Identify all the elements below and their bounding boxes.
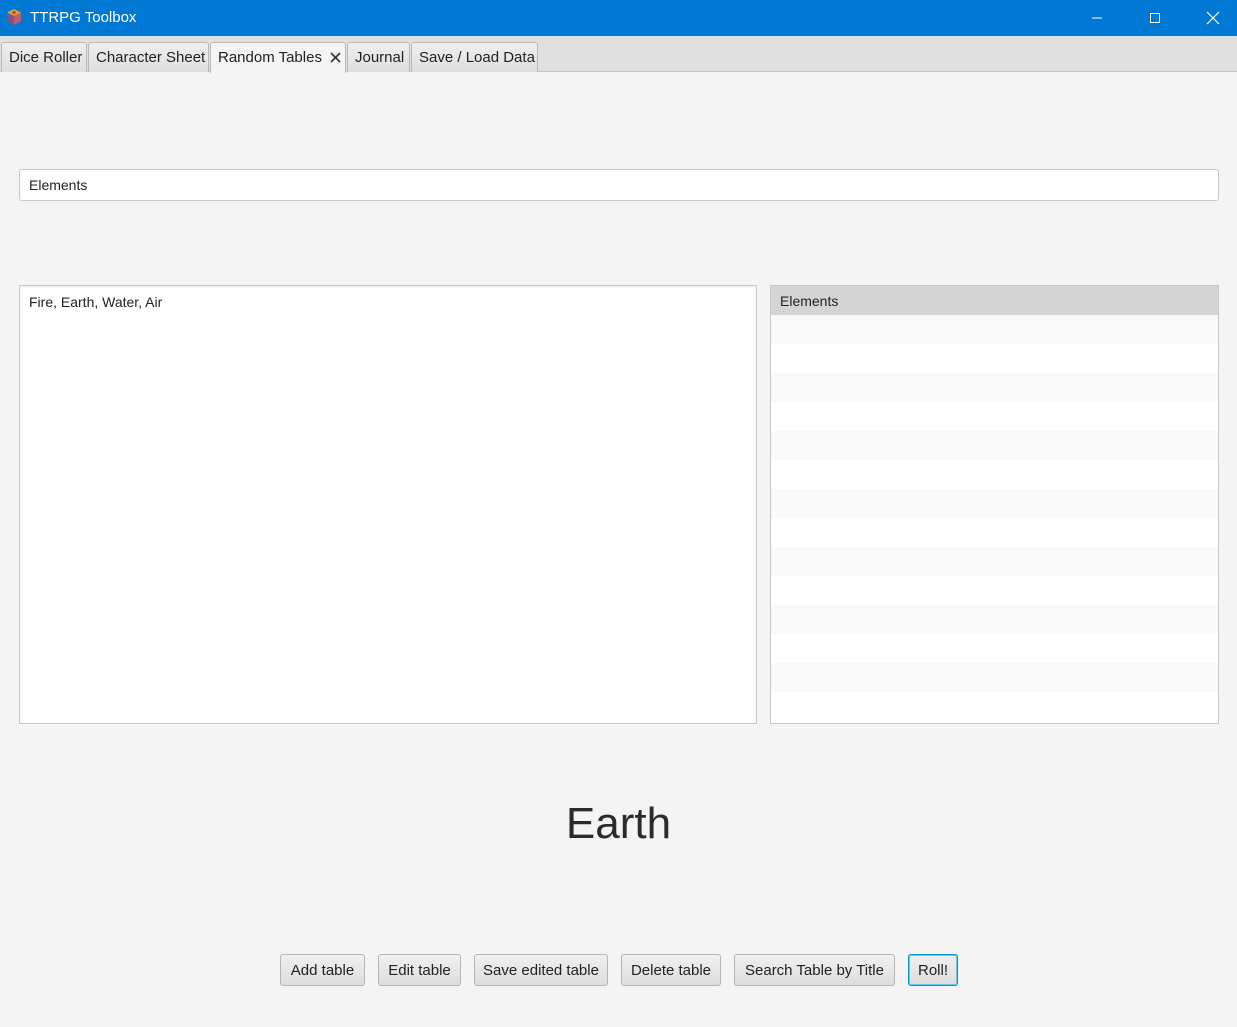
list-item-label: Elements — [780, 293, 839, 309]
list-item[interactable] — [771, 431, 1218, 460]
list-item[interactable] — [771, 402, 1218, 431]
add-table-button[interactable]: Add table — [280, 954, 365, 986]
list-item[interactable] — [771, 315, 1218, 344]
close-icon — [1206, 11, 1220, 25]
close-window-button[interactable] — [1190, 0, 1236, 36]
list-item[interactable] — [771, 605, 1218, 634]
tab-character-sheet[interactable]: Character Sheet — [88, 42, 209, 72]
edit-table-button[interactable]: Edit table — [378, 954, 461, 986]
tab-dice-roller[interactable]: Dice Roller — [1, 42, 87, 72]
minimize-button[interactable] — [1074, 0, 1120, 36]
table-entries-textarea[interactable]: Fire, Earth, Water, Air — [19, 285, 757, 724]
table-title-input[interactable] — [19, 169, 1219, 201]
list-item[interactable] — [771, 489, 1218, 518]
tab-random-tables[interactable]: Random Tables — [210, 42, 346, 73]
tab-save-load-data[interactable]: Save / Load Data — [411, 42, 538, 72]
tab-label: Journal — [355, 49, 405, 66]
list-item[interactable] — [771, 460, 1218, 489]
tab-close-icon[interactable] — [330, 50, 341, 67]
list-item[interactable] — [771, 373, 1218, 402]
maximize-icon — [1150, 13, 1160, 23]
list-item[interactable] — [771, 344, 1218, 373]
list-item[interactable] — [771, 518, 1218, 547]
roll-button[interactable]: Roll! — [908, 954, 958, 986]
list-item-selected[interactable]: Elements — [771, 286, 1218, 315]
tab-label: Dice Roller — [9, 49, 83, 66]
tab-label: Character Sheet — [96, 49, 206, 66]
minimize-icon — [1092, 17, 1102, 19]
entries-text: Fire, Earth, Water, Air — [29, 294, 163, 310]
title-bar: TTRPG Toolbox — [0, 0, 1237, 36]
window-title: TTRPG Toolbox — [30, 9, 137, 26]
app-icon — [5, 8, 23, 26]
app-window: TTRPG Toolbox Dice Roller Character Shee… — [0, 0, 1237, 1027]
roll-result: Earth — [565, 799, 672, 848]
list-item[interactable] — [771, 663, 1218, 692]
tab-bar: Dice Roller Character Sheet Random Table… — [0, 36, 1237, 73]
tab-label: Save / Load Data — [419, 49, 535, 66]
list-item[interactable] — [771, 634, 1218, 663]
list-item[interactable] — [771, 576, 1218, 605]
search-table-by-title-button[interactable]: Search Table by Title — [734, 954, 895, 986]
list-item[interactable] — [771, 692, 1218, 721]
tables-list[interactable]: Elements — [770, 285, 1219, 724]
list-item[interactable] — [771, 547, 1218, 576]
maximize-button[interactable] — [1132, 0, 1178, 36]
tab-journal[interactable]: Journal — [347, 42, 410, 72]
tab-label: Random Tables — [218, 49, 322, 66]
save-edited-table-button[interactable]: Save edited table — [474, 954, 608, 986]
delete-table-button[interactable]: Delete table — [621, 954, 721, 986]
